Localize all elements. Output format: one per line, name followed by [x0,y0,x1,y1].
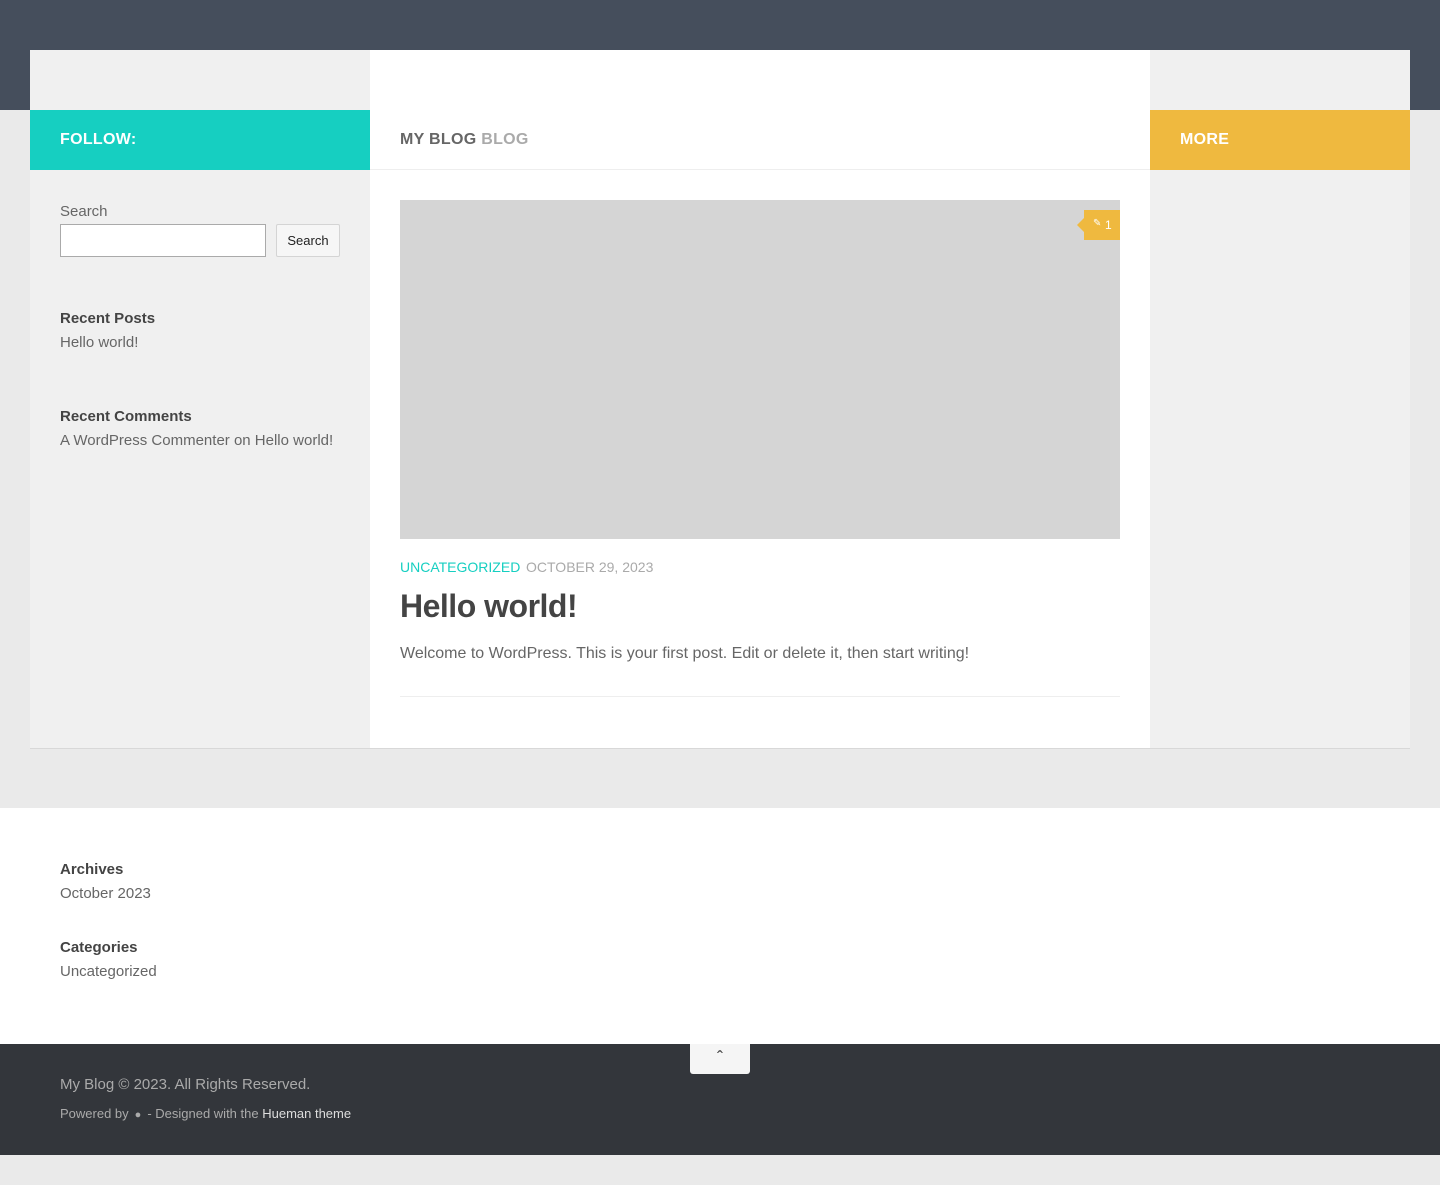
footer-widgets: Archives October 2023 Categories Uncateg… [0,808,1440,1044]
post-divider [400,696,1120,697]
archive-link[interactable]: October 2023 [60,885,151,902]
post-excerpt: Welcome to WordPress. This is your first… [400,645,970,662]
archives-title: Archives [60,861,124,878]
categories-title: Categories [60,939,138,956]
search-label: Search [60,203,108,220]
post-date: OCTOBER 29, 2023 [526,559,654,575]
back-to-top-button[interactable]: ˆ [690,1044,750,1074]
recent-posts-title: Recent Posts [60,310,156,327]
footer-bottom: ˆ My Blog © 2023. All Rights Reserved. P… [0,1044,1440,1155]
right-sidebar: MORE [1150,50,1410,748]
search-input[interactable] [60,224,266,257]
main-content: MY BLOG BLOG ✎ 1 UNCATEGORIZED OCTOBER 2… [370,50,1150,748]
category-link[interactable]: Uncategorized [60,963,157,980]
copyright-text: My Blog © 2023. All Rights Reserved. [60,1076,311,1093]
designed-with-text: - Designed with the [147,1106,259,1121]
chevron-up-icon: ˆ [717,1048,723,1068]
search-button[interactable]: Search [276,224,340,257]
recent-comment-link[interactable]: A WordPress Commenter on Hello world! [60,432,333,449]
follow-label: FOLLOW: [60,131,137,148]
blog-heading: MY BLOG BLOG [400,131,529,149]
blog-heading-part2: BLOG [481,131,529,148]
credit-line: Powered by ● - Designed with the Hueman th… [60,1106,351,1121]
more-label: MORE [1180,131,1230,148]
recent-post-link[interactable]: Hello world! [60,334,138,351]
comment-icon: ✎ [1093,218,1102,229]
blog-heading-part1: MY BLOG [400,131,477,148]
comment-count: 1 [1105,218,1112,232]
post-category[interactable]: UNCATEGORIZED [400,559,520,575]
more-header: MORE [1150,110,1410,170]
left-sidebar: FOLLOW: Search Search Recent Posts Hello… [30,50,370,748]
comment-count-badge[interactable]: ✎ 1 [1077,210,1120,240]
follow-header: FOLLOW: [30,110,370,170]
recent-comments-title: Recent Comments [60,408,192,425]
powered-by-text: Powered by [60,1106,129,1121]
blog-header: MY BLOG BLOG [370,110,1150,170]
theme-link[interactable]: Hueman theme [262,1106,351,1121]
main-wrapper: FOLLOW: Search Search Recent Posts Hello… [30,50,1410,748]
post-thumbnail[interactable]: ✎ 1 [400,200,1120,539]
wordpress-icon[interactable]: ● [135,1109,142,1121]
post-title[interactable]: Hello world! [400,588,578,625]
